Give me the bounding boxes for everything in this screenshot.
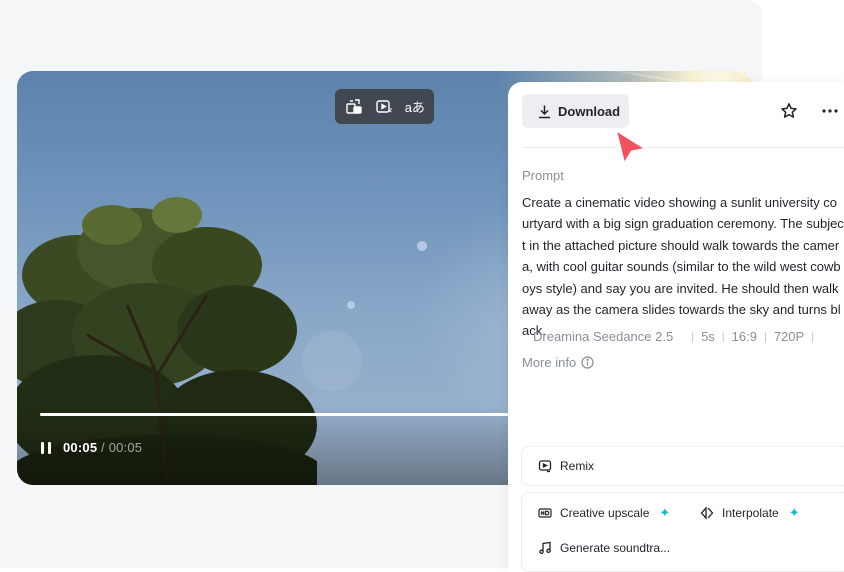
playback-time: 00:05 / 00:05 — [63, 440, 142, 455]
creative-upscale-button[interactable]: Creative upscale ✦ — [538, 505, 670, 521]
generation-meta: Dreamina Seedance 2.5 | 5s | 16:9 | 720P… — [533, 329, 821, 344]
progress-fill — [40, 413, 540, 416]
interpolate-label: Interpolate — [722, 506, 779, 520]
current-time: 00:05 — [63, 440, 98, 455]
more-info-label: More info — [522, 355, 577, 370]
remix-card: Remix — [521, 446, 844, 486]
star-icon[interactable] — [780, 102, 798, 120]
tools-card: Creative upscale ✦ Interpolate ✦ Generat… — [521, 492, 844, 572]
sparkle-icon: ✦ — [788, 505, 800, 520]
remix-label: Remix — [560, 459, 595, 473]
divider — [522, 147, 844, 148]
remix-button[interactable]: Remix — [538, 459, 594, 473]
download-label: Download — [558, 103, 621, 119]
translate-button[interactable]: aあ — [403, 95, 427, 119]
ai-video-icon — [376, 99, 393, 113]
picture-swap-icon — [346, 98, 362, 114]
picture-swap-button[interactable] — [342, 95, 366, 119]
model-name: Dreamina Seedance 2.5 — [533, 329, 674, 344]
more-options-icon[interactable] — [821, 102, 839, 120]
music-note-icon — [539, 541, 551, 555]
prompt-text: Create a cinematic video showing a sunli… — [522, 195, 844, 339]
meta-resolution: 720P — [773, 329, 805, 344]
info-icon — [581, 356, 594, 369]
interpolate-icon — [700, 506, 714, 520]
download-icon — [539, 105, 550, 118]
mouse-cursor-icon — [613, 127, 649, 167]
creative-upscale-label: Creative upscale — [560, 506, 650, 520]
prompt-label: Prompt — [522, 168, 564, 183]
interpolate-button[interactable]: Interpolate ✦ — [700, 505, 800, 521]
more-info-link[interactable]: More info — [522, 355, 594, 370]
meta-separator: | — [721, 330, 725, 343]
duration: 00:05 — [108, 440, 143, 455]
progress-bar[interactable] — [40, 413, 540, 416]
lens-flare — [417, 241, 427, 251]
sparkle-icon: ✦ — [659, 505, 671, 520]
hd-upscale-icon — [538, 508, 552, 518]
meta-separator: | — [763, 330, 767, 343]
lens-flare — [347, 301, 355, 309]
video-toolbar: aあ — [335, 89, 434, 124]
meta-separator: | — [811, 330, 815, 343]
generate-soundtrack-button[interactable]: Generate soundtra... — [538, 541, 670, 555]
remix-icon — [538, 460, 552, 473]
translate-icon: aあ — [404, 100, 425, 115]
download-button[interactable]: Download — [522, 94, 629, 128]
time-separator: / — [97, 440, 109, 455]
meta-ratio: 16:9 — [731, 329, 757, 344]
ai-video-button[interactable] — [372, 95, 396, 119]
meta-separator: | — [691, 330, 695, 343]
generate-soundtrack-label: Generate soundtra... — [560, 541, 671, 555]
meta-duration: 5s — [701, 329, 715, 344]
pause-icon[interactable] — [39, 440, 55, 456]
